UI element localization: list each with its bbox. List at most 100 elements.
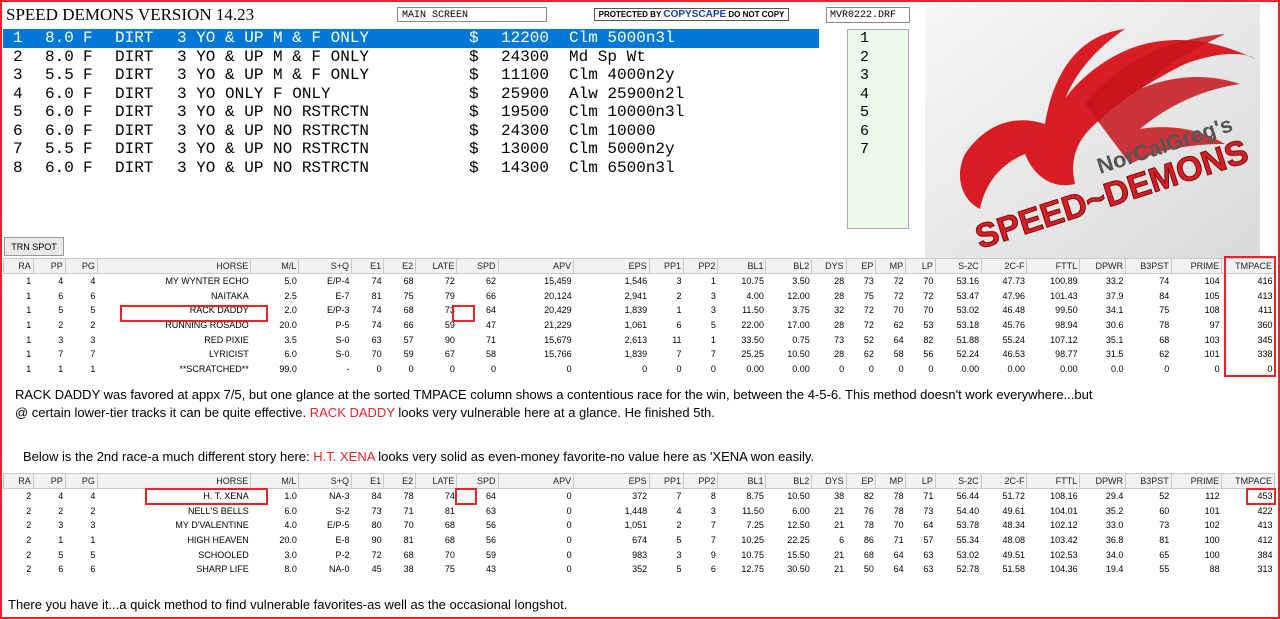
table-cell: 5.0 [284, 276, 297, 287]
table-cell: 0 [566, 520, 572, 531]
race-list-item[interactable]: 6 6.0 F DIRT 3 YO & UP NO RSTRCTN $24300 Clm 1… [3, 122, 819, 141]
column-header[interactable]: FTTL [1026, 473, 1081, 489]
column-header[interactable]: APV [497, 258, 575, 274]
race-num: 6 [13, 121, 23, 140]
column-header[interactable]: 2C-F [980, 473, 1028, 489]
column-header[interactable]: PP1 [648, 473, 685, 489]
table-cell: 9 [710, 549, 716, 560]
column-header[interactable]: LP [905, 473, 936, 489]
column-header[interactable]: BL1 [717, 473, 767, 489]
table-row[interactable]: 2 6 6 SHARP LIFE 8.0 NA-0 45 38 75 43 0 352 5 6 12.75 3… [4, 562, 1275, 577]
table-row[interactable]: 2 2 2 NELL'S BELLS 6.0 S-2 73 71 81 63 0 1,448 4 3 11.… [4, 504, 1275, 519]
column-header[interactable]: DPWR [1079, 258, 1126, 274]
column-header[interactable]: BL1 [717, 258, 767, 274]
race-list-item[interactable]: 1 8.0 F DIRT 3 YO & UP M & F ONLY $12200 Clm 5… [3, 29, 819, 48]
screen-name-field[interactable]: MAIN SCREEN [397, 7, 547, 22]
race-number-item[interactable]: 2 [848, 49, 908, 68]
column-header[interactable]: M/L [250, 258, 300, 274]
column-header[interactable]: PP1 [648, 258, 685, 274]
race-list[interactable]: 1 8.0 F DIRT 3 YO & UP M & F ONLY $12200 Clm 5… [3, 29, 819, 229]
race-list-item[interactable]: 8 6.0 F DIRT 3 YO & UP NO RSTRCTN $14300 Clm 6… [3, 159, 819, 178]
table-cell: 66 [403, 320, 414, 331]
column-header[interactable]: APV [497, 473, 575, 489]
column-header[interactable]: TMPACE [1221, 473, 1275, 489]
race-number-list[interactable]: 1234567 [847, 29, 909, 229]
table-cell: 1 [58, 535, 64, 546]
column-header[interactable]: LATE [415, 473, 458, 489]
race-list-item[interactable]: 5 6.0 F DIRT 3 YO & UP NO RSTRCTN $19500 Clm 1… [3, 103, 819, 122]
column-header[interactable]: SPD [456, 473, 499, 489]
column-header[interactable]: PG [64, 258, 98, 274]
column-header[interactable]: PP [32, 258, 66, 274]
trn-spot-button[interactable]: TRN SPOT [4, 237, 64, 256]
column-header[interactable]: E1 [351, 473, 385, 489]
race-number-item[interactable]: 5 [848, 104, 908, 123]
column-header[interactable]: DYS [811, 258, 847, 274]
column-header[interactable]: EP [845, 473, 877, 489]
column-header[interactable]: PP [32, 473, 66, 489]
column-header[interactable]: S-2C [934, 473, 982, 489]
column-header[interactable]: S+Q [298, 473, 353, 489]
table-cell: 102 [1204, 520, 1220, 531]
race-number-item[interactable]: 7 [848, 141, 908, 160]
race-number-item[interactable]: 4 [848, 86, 908, 105]
column-header[interactable]: MP [875, 473, 907, 489]
column-header[interactable]: S+Q [298, 258, 353, 274]
column-header[interactable]: PRIME [1170, 258, 1223, 274]
column-header[interactable]: PRIME [1170, 473, 1223, 489]
table-cell: 0 [566, 491, 572, 502]
table-row[interactable]: 2 3 3 MY D'VALENTINE 4.0 E/P-5 80 70 68 56 0 1,051 2… [4, 518, 1275, 533]
race-number-item[interactable]: 1 [848, 30, 908, 49]
column-header[interactable]: E1 [351, 258, 385, 274]
column-header[interactable]: EPS [573, 258, 650, 274]
table-row[interactable]: 1 6 6 NAITAKA 2.5 E-7 81 75 79 66 20,124 2,941 2 3 4.0… [4, 289, 1275, 304]
table-cell: 7 [58, 349, 64, 360]
column-header[interactable]: BL2 [765, 258, 813, 274]
column-header[interactable]: B3PST [1124, 473, 1172, 489]
table-row[interactable]: 1 7 7 LYRICIST 6.0 S-0 70 59 67 58 15,766 1,839 7 7 25… [4, 347, 1275, 362]
column-header[interactable]: FTTL [1026, 258, 1081, 274]
table-cell: 1 [26, 290, 32, 301]
race-list-item[interactable]: 7 5.5 F DIRT 3 YO & UP NO RSTRCTN $13000 Clm 5… [3, 140, 819, 159]
table-row[interactable]: 2 5 5 SCHOOLED 3.0 P-2 72 68 70 59 0 983 3 9 10.75 15.5… [4, 547, 1275, 562]
column-header[interactable]: LP [905, 258, 936, 274]
race-num: 3 [13, 66, 23, 84]
column-header[interactable]: MP [875, 258, 907, 274]
table-row[interactable]: 2 1 1 HIGH HEAVEN 20.0 E-8 90 81 68 56 0 674 5 7 10.25… [4, 533, 1275, 548]
table-row[interactable]: 1 4 4 MY WYNTER ECHO 5.0 E/P-4 74 68 72 62 15,459 1… [4, 274, 1275, 289]
race-dist: 6.0 [45, 103, 74, 121]
column-header[interactable]: DYS [811, 473, 847, 489]
file-name-field[interactable]: MVR0222.DRF [826, 7, 910, 23]
race-number-item[interactable]: 3 [848, 67, 908, 86]
column-header[interactable]: 2C-F [980, 258, 1028, 274]
column-header[interactable]: DPWR [1079, 473, 1126, 489]
column-header[interactable]: BL2 [765, 473, 813, 489]
column-header[interactable]: HORSE [96, 258, 252, 274]
table-cell: 2 [676, 290, 682, 301]
column-header[interactable]: M/L [250, 473, 300, 489]
table-cell: 55.24 [1002, 334, 1025, 345]
column-header[interactable]: E2 [383, 258, 417, 274]
column-header[interactable]: B3PST [1124, 258, 1172, 274]
race-list-item[interactable]: 2 8.0 F DIRT 3 YO & UP M & F ONLY $24300 Md Sp… [3, 48, 819, 67]
column-header[interactable]: RA [3, 473, 34, 489]
column-header[interactable]: PP2 [683, 258, 719, 274]
race-list-item[interactable]: 3 5.5 F DIRT 3 YO & UP M & F ONLY $11100 Clm 4… [3, 66, 819, 85]
table-cell: 47.73 [1002, 276, 1025, 287]
column-header[interactable]: LATE [415, 258, 458, 274]
table-row[interactable]: 1 3 3 RED PIXIE 3.5 S-0 63 57 90 71 15,679 2,613 11 1… [4, 332, 1275, 347]
table-row[interactable]: 1 1 1 **SCRATCHED** 99.0-0 0 0 0 0 0 0 0 0.00 0.00 0 0 0… [4, 362, 1275, 377]
column-header[interactable]: S-2C [934, 258, 982, 274]
column-header[interactable]: SPD [456, 258, 499, 274]
column-header[interactable]: E2 [383, 473, 417, 489]
column-header[interactable]: PP2 [683, 473, 719, 489]
race-number-item[interactable]: 6 [848, 123, 908, 142]
race-list-item[interactable]: 4 6.0 F DIRT 3 YO ONLY F ONLY $25900 Alw 25900… [3, 85, 819, 104]
column-header[interactable]: EPS [573, 473, 650, 489]
column-header[interactable]: PG [64, 473, 98, 489]
column-header[interactable]: RA [3, 258, 34, 274]
table-cell: 53.02 [956, 305, 980, 316]
table-cell: 11.50 [742, 305, 764, 316]
column-header[interactable]: EP [845, 258, 877, 274]
column-header[interactable]: HORSE [96, 473, 252, 489]
